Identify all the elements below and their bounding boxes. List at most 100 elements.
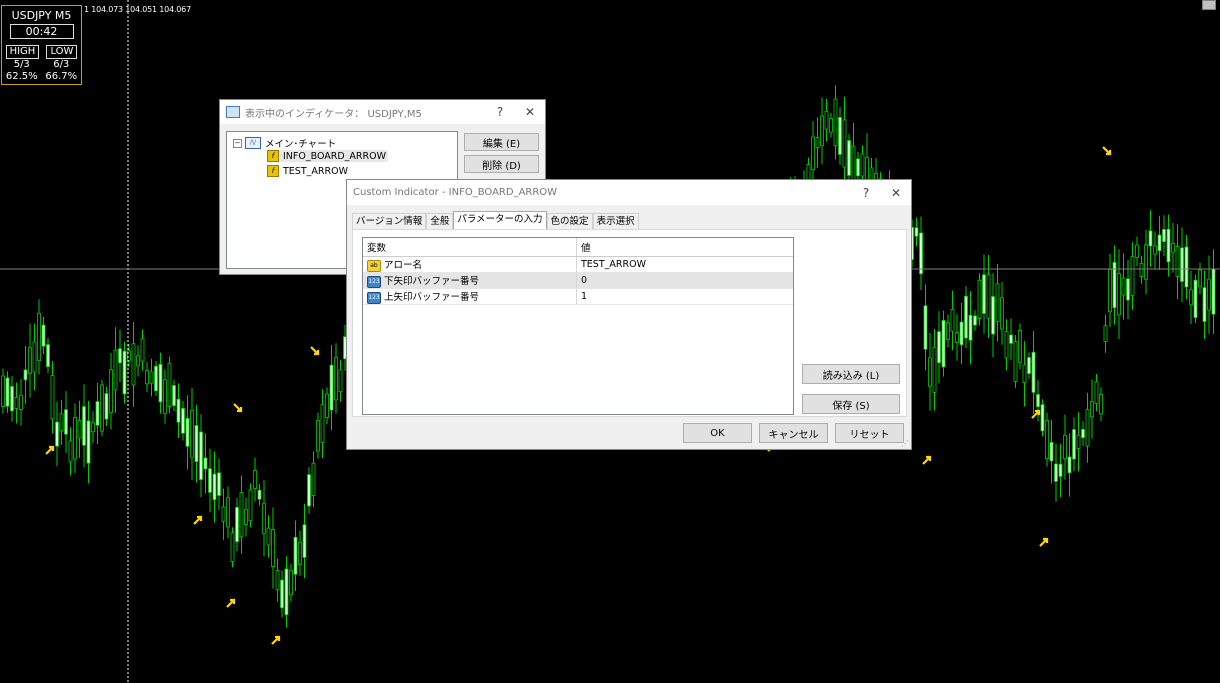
candle-body: [1031, 351, 1036, 393]
help-icon[interactable]: ?: [485, 105, 515, 119]
table-row[interactable]: 123 下矢印バッファー番号 0: [363, 272, 793, 289]
candle-body: [964, 295, 968, 339]
indicator-icon: f: [267, 165, 279, 177]
candle-body: [86, 420, 91, 464]
candle-body: [1162, 229, 1166, 243]
board-low-label: LOW: [46, 45, 78, 59]
candle-body: [977, 279, 982, 319]
candle-body: [995, 283, 1000, 322]
board-low-count: 6/3: [53, 59, 70, 70]
save-button[interactable]: 保存 (S): [802, 394, 900, 414]
candle-body: [847, 140, 851, 176]
down-arrow-icon: [310, 346, 320, 356]
candle-body: [1072, 429, 1076, 460]
candle-body: [986, 274, 991, 319]
dialog-titlebar[interactable]: Custom Indicator - INFO_BOARD_ARROW ? ✕: [347, 180, 911, 205]
candle-body: [226, 497, 230, 528]
candle-body: [230, 532, 235, 562]
load-button[interactable]: 読み込み (L): [802, 364, 900, 384]
candle-body: [59, 413, 64, 432]
candle-body: [1126, 278, 1130, 301]
candle-body: [46, 344, 50, 367]
board-timer: 00:42: [9, 24, 74, 39]
candle-body: [1144, 244, 1148, 280]
candle-body: [266, 527, 271, 546]
candle-body: [271, 529, 275, 567]
tree-item-info-board-arrow[interactable]: f INFO_BOARD_ARROW: [267, 150, 388, 162]
chart-corner-button[interactable]: [1202, 0, 1216, 10]
candle-body: [23, 369, 28, 381]
candle-body: [1121, 277, 1126, 296]
tab-parameters[interactable]: パラメーターの入力: [453, 211, 547, 230]
candle-body: [113, 349, 118, 391]
candle-body: [194, 425, 199, 462]
param-value[interactable]: 1: [576, 288, 793, 305]
candle-body: [145, 369, 149, 385]
integer-param-icon: 123: [367, 291, 381, 304]
board-high-label: HIGH: [5, 45, 40, 59]
board-low-pct: 66.7%: [45, 71, 78, 82]
tab-visualization[interactable]: 表示選択: [592, 213, 639, 230]
candle-body: [91, 422, 95, 433]
tree-item-test-arrow[interactable]: f TEST_ARROW: [267, 165, 348, 177]
board-symbol: USDJPY M5: [11, 9, 72, 22]
candle-body: [811, 136, 815, 171]
param-value[interactable]: TEST_ARROW: [576, 256, 793, 273]
candle-body: [923, 305, 928, 350]
candle-body: [1027, 357, 1031, 375]
indicators-titlebar[interactable]: 表示中のインディケータ： USDJPY,M5 ? ✕: [220, 100, 545, 124]
param-value[interactable]: 0: [576, 272, 793, 289]
param-name: アロー名: [384, 260, 423, 272]
candle-body: [122, 350, 127, 395]
help-icon[interactable]: ?: [851, 186, 881, 200]
candle-body: [10, 386, 14, 412]
candle-body: [1180, 247, 1184, 282]
ok-button[interactable]: OK: [683, 423, 752, 443]
candle-body: [1076, 434, 1081, 449]
table-row[interactable]: 123 上矢印バッファー番号 1: [363, 288, 793, 305]
tree-item-label: TEST_ARROW: [283, 165, 348, 177]
resize-grip-icon[interactable]: ⋰: [901, 439, 909, 448]
candle-body: [212, 473, 217, 501]
indicators-title: 表示中のインディケータ： USDJPY,M5: [245, 108, 422, 120]
candle-body: [1094, 381, 1099, 404]
candle-body: [1130, 256, 1135, 296]
candle-body: [1117, 273, 1121, 316]
candle-body: [1, 375, 5, 407]
candle-body: [1054, 463, 1058, 482]
candle-body: [32, 341, 37, 373]
tab-colors[interactable]: 色の設定: [546, 213, 593, 230]
candle-body: [5, 377, 10, 407]
candle-body: [959, 321, 964, 346]
candle-body: [1202, 287, 1207, 322]
candle-body: [946, 322, 950, 340]
candle-body: [1009, 334, 1013, 344]
tab-version[interactable]: バージョン情報: [352, 213, 427, 230]
candle-body: [1157, 234, 1162, 252]
collapse-icon[interactable]: −: [233, 138, 242, 148]
candle-body: [860, 153, 865, 177]
cancel-button[interactable]: キャンセル: [759, 423, 828, 443]
param-name: 下矢印バッファー番号: [384, 276, 480, 288]
parameters-table[interactable]: 変数 値 ab アロー名 TEST_ARROW 123 下矢印バッファー番号 0 1…: [362, 237, 794, 415]
candle-body: [163, 379, 167, 414]
edit-button[interactable]: 編集 (E): [464, 133, 539, 151]
down-arrow-icon: [1102, 146, 1112, 156]
tree-root[interactable]: − /\/ メイン･チャート: [233, 136, 336, 150]
close-icon[interactable]: ✕: [515, 105, 545, 119]
delete-button[interactable]: 削除 (D): [464, 155, 539, 173]
reset-button[interactable]: リセット: [835, 423, 904, 443]
candle-body: [1049, 442, 1054, 462]
dialog-tabs: バージョン情報 全般 パラメーターの入力 色の設定 表示選択: [352, 211, 639, 230]
candle-body: [1166, 228, 1171, 263]
table-row[interactable]: ab アロー名 TEST_ARROW: [363, 256, 793, 273]
candle-body: [158, 363, 163, 403]
candle-body: [217, 472, 221, 496]
candle-body: [928, 357, 932, 387]
candle-body: [1036, 394, 1040, 408]
close-icon[interactable]: ✕: [881, 186, 911, 200]
candle-body: [838, 117, 842, 155]
candle-body: [311, 462, 316, 496]
param-name: 上矢印バッファー番号: [384, 292, 480, 304]
tab-general[interactable]: 全般: [426, 213, 454, 230]
